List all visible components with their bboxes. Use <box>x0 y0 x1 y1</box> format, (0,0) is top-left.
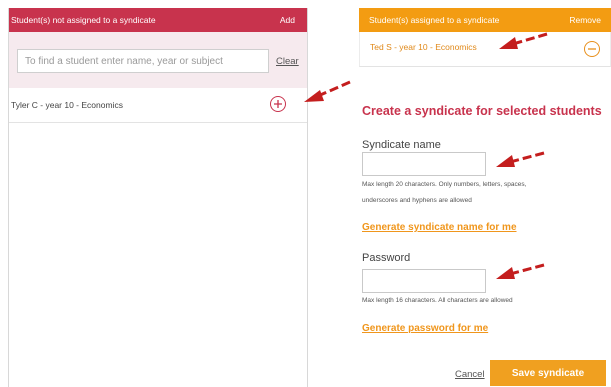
red-dashed-arrow-icon <box>499 32 548 49</box>
generate-syndicate-name-link[interactable]: Generate syndicate name for me <box>362 222 517 233</box>
syndicate-name-input[interactable] <box>362 152 486 176</box>
plus-circle-icon[interactable] <box>270 96 286 112</box>
red-dashed-arrow-icon <box>496 263 545 279</box>
syndicate-help-line-2: underscores and hyphens are allowed <box>362 197 472 204</box>
search-area: Clear <box>9 32 307 88</box>
syndicate-help-line-1: Max length 20 characters. Only numbers, … <box>362 181 527 188</box>
add-button[interactable]: Add <box>280 15 299 25</box>
assigned-student-row[interactable]: Ted S - year 10 - Economics <box>359 32 611 67</box>
unassigned-header: Student(s) not assigned to a syndicate A… <box>9 8 307 32</box>
assigned-students-panel: Student(s) assigned to a syndicate Remov… <box>359 8 611 387</box>
generate-password-link[interactable]: Generate password for me <box>362 323 488 334</box>
assigned-header-title: Student(s) assigned to a syndicate <box>369 15 500 25</box>
password-label: Password <box>362 252 411 264</box>
remove-button[interactable]: Remove <box>569 15 601 25</box>
student-search-input[interactable] <box>17 49 269 73</box>
cancel-link[interactable]: Cancel <box>455 369 485 380</box>
assigned-student-name: Ted S - year 10 - Economics <box>370 42 477 52</box>
create-syndicate-title: Create a syndicate for selected students <box>362 104 602 118</box>
password-help: Max length 16 characters. All characters… <box>362 297 513 304</box>
red-dashed-arrow-icon <box>304 80 351 102</box>
clear-link[interactable]: Clear <box>276 56 299 67</box>
red-dashed-arrow-icon <box>496 151 545 167</box>
unassigned-student-row[interactable]: Tyler C - year 10 - Economics <box>9 88 307 123</box>
save-syndicate-button[interactable]: Save syndicate <box>490 360 606 386</box>
syndicate-name-label: Syndicate name <box>362 139 441 151</box>
password-input[interactable] <box>362 269 486 293</box>
unassigned-students-panel: Student(s) not assigned to a syndicate A… <box>8 8 308 387</box>
unassigned-header-title: Student(s) not assigned to a syndicate <box>11 15 156 25</box>
minus-circle-icon[interactable] <box>584 41 600 57</box>
student-name: Tyler C - year 10 - Economics <box>11 100 123 110</box>
assigned-header: Student(s) assigned to a syndicate Remov… <box>359 8 611 32</box>
